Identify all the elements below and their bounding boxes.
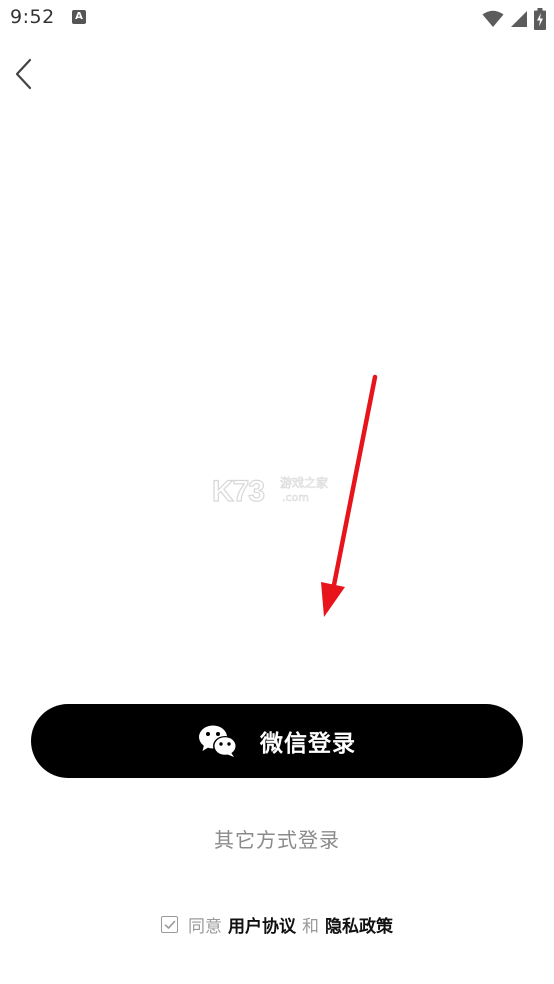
agree-checkbox[interactable] bbox=[161, 916, 178, 933]
privacy-policy-link[interactable]: 隐私政策 bbox=[325, 912, 393, 937]
agree-prefix: 同意 bbox=[188, 917, 222, 937]
watermark-domain: .com bbox=[282, 491, 310, 505]
chevron-left-icon bbox=[15, 58, 32, 90]
wechat-icon bbox=[198, 724, 238, 758]
status-bar: 9:52 A bbox=[0, 0, 554, 40]
agreement-row: 同意 用户协议 和 隐私政策 bbox=[0, 912, 554, 937]
status-time: 9:52 bbox=[10, 6, 55, 28]
battery-charging-icon bbox=[534, 8, 546, 30]
watermark-logo-text: K73 bbox=[211, 474, 265, 508]
back-button[interactable] bbox=[8, 54, 44, 94]
wechat-login-label: 微信登录 bbox=[260, 731, 356, 757]
cell-signal-icon bbox=[510, 10, 528, 28]
watermark-logo: K73 游戏之家 .com bbox=[211, 474, 344, 510]
agree-connector: 和 bbox=[302, 917, 319, 937]
status-icons bbox=[482, 6, 546, 32]
watermark-tagline: 游戏之家 bbox=[280, 476, 329, 491]
checkmark-icon bbox=[164, 920, 175, 929]
other-login-methods-link[interactable]: 其它方式登录 bbox=[0, 824, 554, 853]
notification-app-icon: A bbox=[72, 10, 86, 24]
wechat-login-button[interactable]: 微信登录 bbox=[31, 704, 523, 778]
wifi-icon bbox=[482, 10, 504, 28]
user-agreement-link[interactable]: 用户协议 bbox=[228, 912, 296, 937]
